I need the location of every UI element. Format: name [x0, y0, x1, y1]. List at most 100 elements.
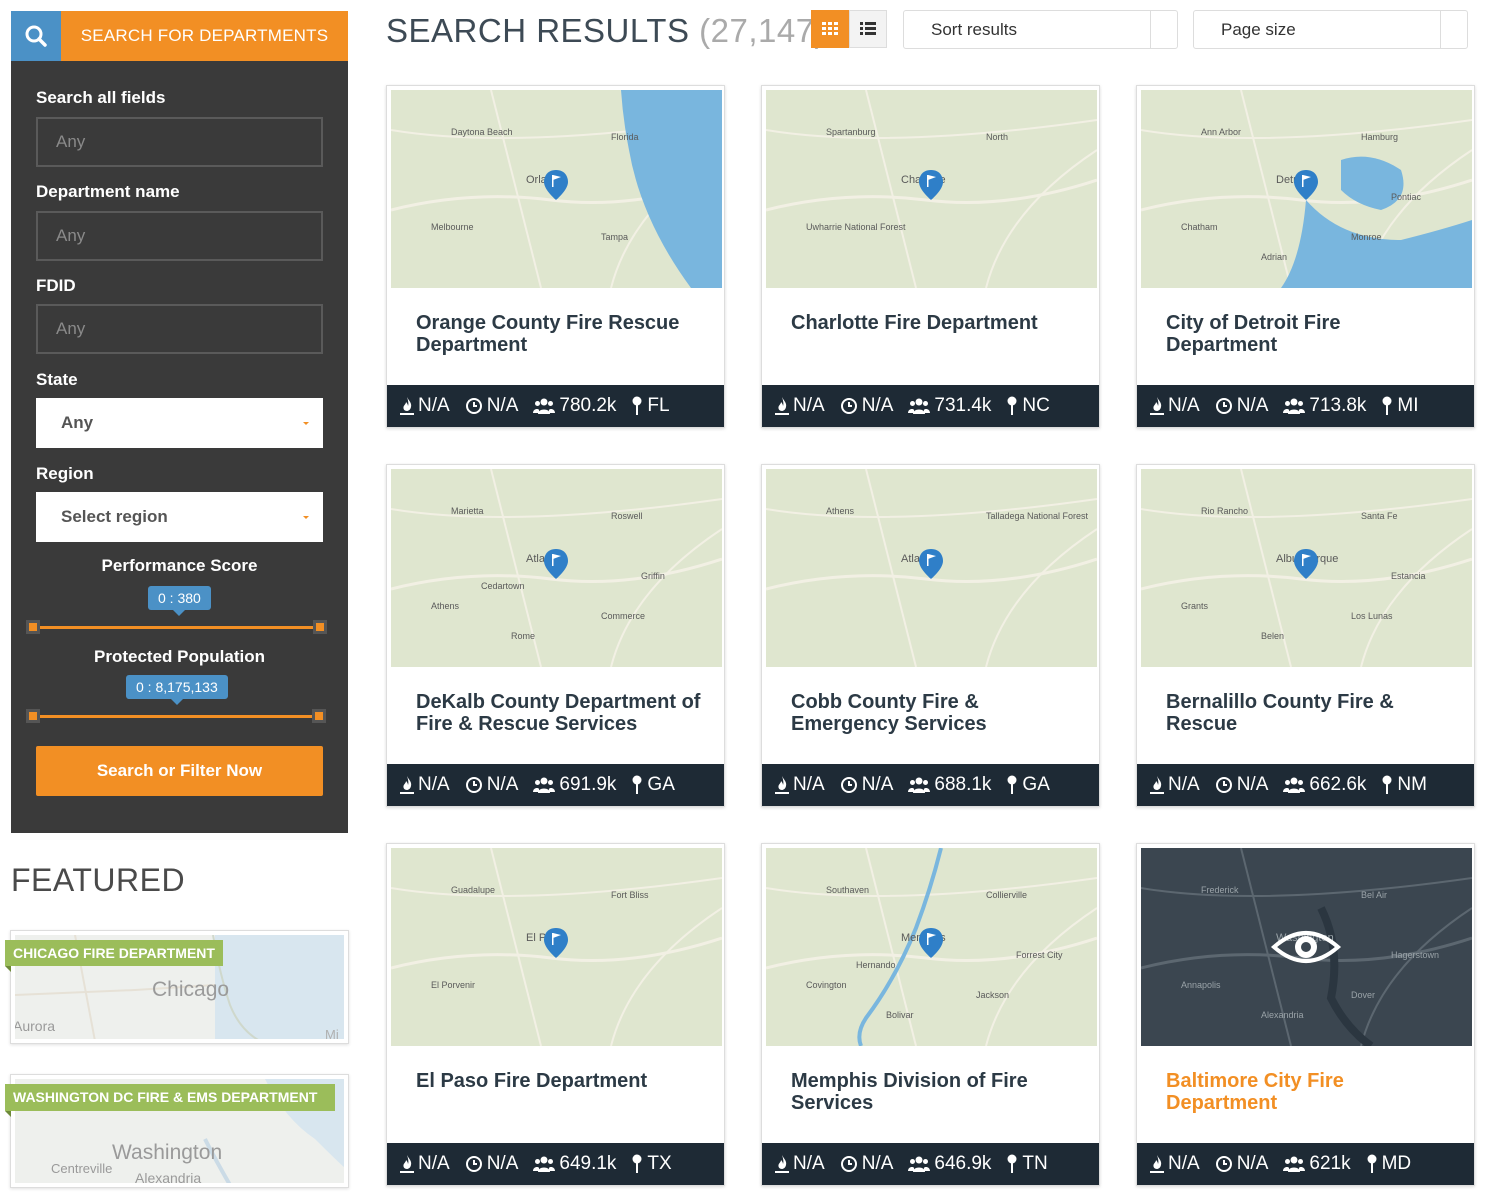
- page-size-dropdown-label: Page size: [1221, 19, 1296, 39]
- map-place-label: Athens: [826, 506, 855, 516]
- department-name-link[interactable]: Orange County Fire Rescue Department: [416, 312, 706, 356]
- search-filter-button[interactable]: Search or Filter Now: [36, 746, 323, 796]
- map-label: Mi: [325, 1027, 339, 1039]
- population-stat: 780.2k: [533, 395, 616, 417]
- grid-icon: [822, 22, 838, 35]
- sidebar-header: SEARCH FOR DEPARTMENTS: [11, 11, 348, 61]
- map-place-label: Hagerstown: [1391, 950, 1439, 960]
- protected-population-track[interactable]: [35, 715, 323, 718]
- map-place-label: Alexandria: [1261, 1010, 1304, 1020]
- map-place-label: Hamburg: [1361, 132, 1398, 142]
- state-stat: NC: [1006, 395, 1050, 417]
- department-stats-bar: N/A N/A 649.1k TX: [387, 1143, 724, 1185]
- department-name-link[interactable]: DeKalb County Department of Fire & Rescu…: [416, 691, 706, 735]
- map-image: AtlantaMarietta RoswellAthensCommerceRome…: [391, 469, 722, 667]
- department-card[interactable]: OrlandoDaytona BeachFloridaMelbourneTamp…: [386, 85, 725, 428]
- population-stat: 662.6k: [1283, 774, 1366, 796]
- department-card[interactable]: El PasoGuadalupeFort BlissEl Porvenir El…: [386, 843, 725, 1186]
- department-name-link[interactable]: Charlotte Fire Department: [791, 312, 1081, 334]
- performance-score-min-handle[interactable]: [26, 620, 40, 634]
- department-name-link[interactable]: Baltimore City Fire Department: [1166, 1070, 1456, 1114]
- featured-card-washington[interactable]: Washington Centreville Alexandria WASHIN…: [5, 1074, 349, 1188]
- map-pin-icon: [1382, 775, 1392, 794]
- people-icon: [533, 398, 556, 414]
- department-card[interactable]: WashingtonFrederickBel AirAnnapolisDover…: [1136, 843, 1475, 1186]
- performance-score-value: N/A: [793, 1153, 825, 1174]
- region-select-value: Select region: [61, 507, 168, 526]
- performance-score-track[interactable]: [35, 626, 323, 629]
- population-stat: 649.1k: [533, 1153, 616, 1175]
- department-name-link[interactable]: City of Detroit Fire Department: [1166, 312, 1456, 356]
- results-title: SEARCH RESULTS (27,147): [386, 12, 826, 50]
- map-place-label: Hernando: [856, 960, 896, 970]
- map-place-label: Pontiac: [1391, 192, 1422, 202]
- department-map[interactable]: OrlandoDaytona BeachFloridaMelbourneTamp…: [391, 90, 722, 288]
- department-name-link[interactable]: Memphis Division of Fire Services: [791, 1070, 1081, 1114]
- featured-card-chicago[interactable]: Chicago Aurora Mi CHICAGO FIRE DEPARTMEN…: [5, 930, 349, 1044]
- response-time-value: N/A: [486, 395, 519, 416]
- department-map[interactable]: Atlanta Marietta Roswell Athens Commerce Rome…: [391, 469, 722, 667]
- department-map[interactable]: Detroit Ann Arbor Hamburg Chatham Monroe Adri…: [1141, 90, 1472, 288]
- performance-score-stat: N/A: [400, 395, 450, 417]
- department-name-input[interactable]: Any: [36, 211, 323, 261]
- results-count: (27,147): [699, 12, 827, 49]
- department-map[interactable]: MemphisSouthavenColliervilleCovingtonJac…: [766, 848, 1097, 1046]
- map-pin-icon: [1007, 396, 1017, 415]
- department-name-link[interactable]: Bernalillo County Fire & Rescue: [1166, 691, 1456, 735]
- state-value: GA: [1022, 774, 1050, 795]
- grid-view-button[interactable]: [811, 10, 849, 48]
- sidebar-title[interactable]: SEARCH FOR DEPARTMENTS: [61, 11, 348, 61]
- department-card[interactable]: Atlanta Marietta Roswell Athens Commerce Rome…: [386, 464, 725, 807]
- featured-ribbon[interactable]: CHICAGO FIRE DEPARTMENT: [5, 940, 223, 972]
- response-time-stat: N/A: [840, 774, 893, 796]
- map-place-label: Cedartown: [481, 581, 525, 591]
- performance-score-stat: N/A: [775, 774, 825, 796]
- department-map[interactable]: WashingtonFrederickBel AirAnnapolisDover…: [1141, 848, 1472, 1046]
- performance-score-stat: N/A: [775, 1153, 825, 1175]
- department-card[interactable]: Detroit Ann Arbor Hamburg Chatham Monroe Adri…: [1136, 85, 1475, 428]
- department-stats-bar: N/A N/A 731.4k NC: [762, 385, 1099, 427]
- fire-icon: [400, 1155, 414, 1173]
- search-all-input[interactable]: Any: [36, 117, 323, 167]
- fdid-input[interactable]: Any: [36, 304, 323, 354]
- featured-ribbon[interactable]: WASHINGTON DC FIRE & EMS DEPARTMENT: [5, 1084, 335, 1117]
- department-name-link[interactable]: El Paso Fire Department: [416, 1070, 706, 1092]
- performance-score-max-handle[interactable]: [313, 620, 327, 634]
- department-map[interactable]: AlbuquerqueRio RanchoSanta FeGrantsLos L…: [1141, 469, 1472, 667]
- search-icon-button[interactable]: [11, 11, 61, 61]
- department-name-link[interactable]: Cobb County Fire & Emergency Services: [791, 691, 1081, 735]
- department-card[interactable]: CharlotteSpartanburgNorthUwharrie Nation…: [761, 85, 1100, 428]
- department-card[interactable]: Atlanta Athens Talladega National Forest C…: [761, 464, 1100, 807]
- map-place-label: Roswell: [611, 511, 643, 521]
- department-map[interactable]: CharlotteSpartanburgNorthUwharrie Nation…: [766, 90, 1097, 288]
- department-card[interactable]: AlbuquerqueRio RanchoSanta FeGrantsLos L…: [1136, 464, 1475, 807]
- protected-population-min-handle[interactable]: [26, 709, 40, 723]
- response-time-value: N/A: [861, 1153, 894, 1174]
- population-value: 688.1k: [934, 774, 992, 795]
- map-place-label: Daytona Beach: [451, 127, 513, 137]
- response-time-stat: N/A: [840, 1153, 894, 1175]
- department-card[interactable]: MemphisSouthavenColliervilleCovingtonJac…: [761, 843, 1100, 1186]
- performance-score-stat: N/A: [400, 774, 450, 796]
- map-place-label: Guadalupe: [451, 885, 495, 895]
- chevron-down-icon: [303, 515, 309, 519]
- sort-dropdown[interactable]: Sort results: [903, 10, 1178, 49]
- state-select-value: Any: [61, 413, 94, 432]
- page-size-dropdown[interactable]: Page size: [1193, 10, 1468, 49]
- fire-icon: [1150, 776, 1164, 794]
- department-map[interactable]: El PasoGuadalupeFort BlissEl Porvenir: [391, 848, 722, 1046]
- department-name-label: Department name: [36, 182, 180, 201]
- department-stats-bar: N/A N/A 691.9k GA: [387, 764, 724, 806]
- performance-score-stat: N/A: [400, 1153, 450, 1175]
- state-select[interactable]: Any: [36, 398, 323, 448]
- department-map[interactable]: Atlanta Athens Talladega National Forest: [766, 469, 1097, 667]
- clock-icon: [840, 1156, 857, 1172]
- state-stat: GA: [1006, 774, 1050, 796]
- list-view-button[interactable]: [849, 10, 887, 48]
- fdid-label: FDID: [36, 276, 76, 295]
- map-image: CharlotteSpartanburgNorthUwharrie Nation…: [766, 90, 1097, 288]
- map-image: El PasoGuadalupeFort BlissEl Porvenir: [391, 848, 722, 1046]
- protected-population-max-handle[interactable]: [312, 709, 326, 723]
- performance-score-value: N/A: [418, 774, 450, 795]
- region-select[interactable]: Select region: [36, 492, 323, 542]
